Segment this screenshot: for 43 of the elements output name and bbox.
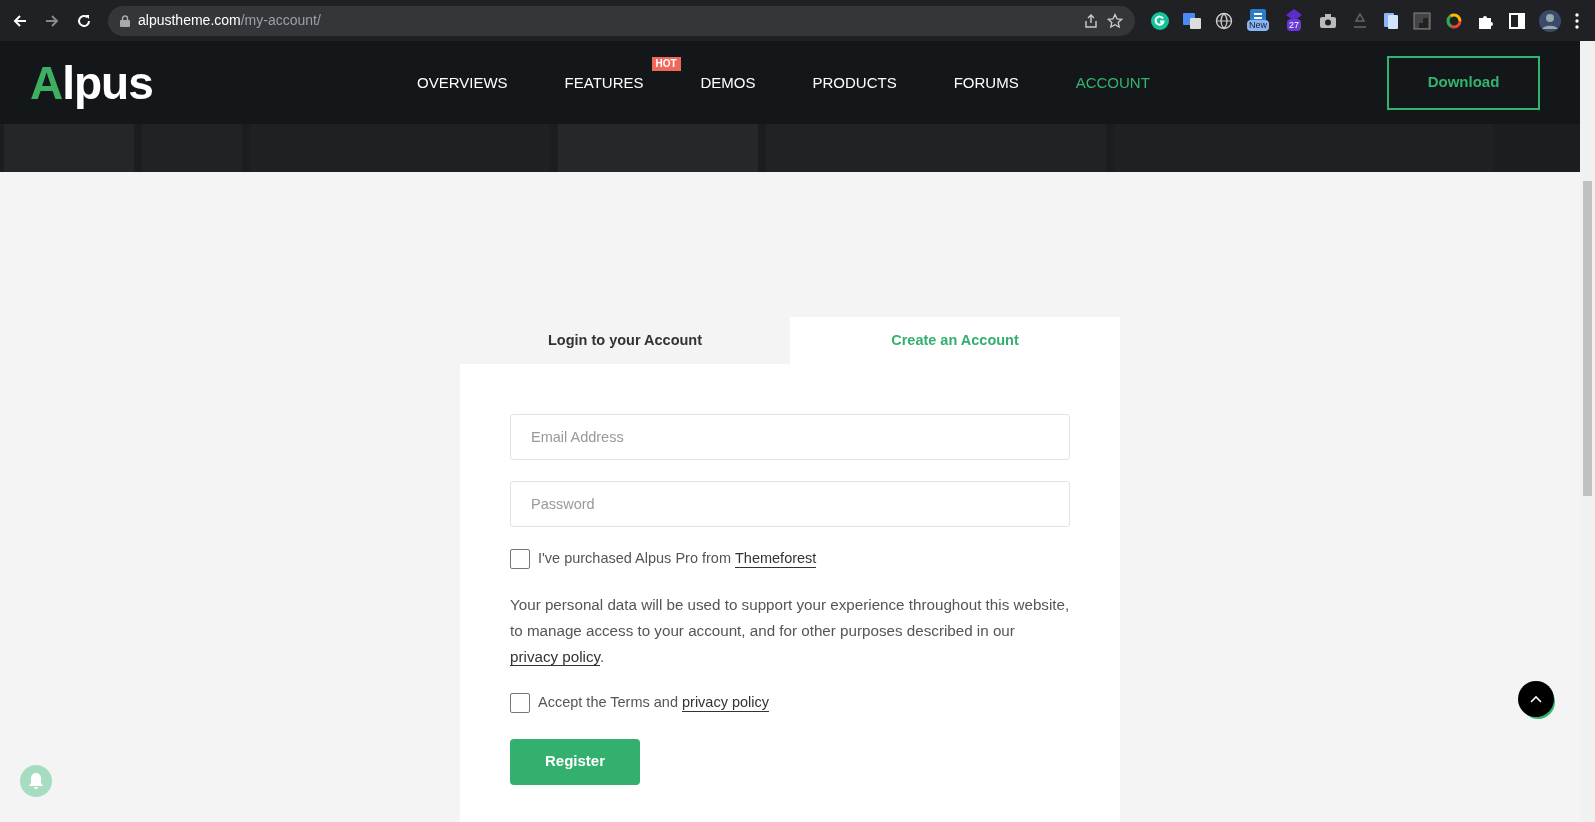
- checkbox-label: Accept the Terms and: [538, 692, 678, 712]
- nav-link[interactable]: PRODUCTS: [812, 73, 897, 91]
- link[interactable]: Themeforest: [735, 549, 817, 569]
- link[interactable]: privacy policy: [682, 693, 769, 713]
- avatar-icon[interactable]: [1539, 9, 1561, 32]
- url-text: alpustheme.com/my-account/: [138, 11, 321, 30]
- chevron-up-icon: [1530, 695, 1542, 703]
- download-button[interactable]: Download: [1387, 55, 1540, 110]
- reload-icon[interactable]: [76, 12, 92, 29]
- camera-icon[interactable]: [1319, 12, 1337, 29]
- menu-icon[interactable]: [1575, 12, 1579, 29]
- lock-icon: [120, 14, 130, 27]
- share-icon[interactable]: [1083, 12, 1099, 29]
- nav-link[interactable]: DEMOS: [700, 73, 756, 91]
- globe-icon[interactable]: [1215, 11, 1233, 30]
- forward-icon[interactable]: [44, 12, 60, 29]
- input-field[interactable]: Password: [510, 481, 1070, 527]
- bookmark-star-icon[interactable]: [1107, 12, 1123, 29]
- square-icon[interactable]: [1413, 11, 1431, 30]
- back-icon[interactable]: [12, 12, 28, 29]
- translate-icon[interactable]: [1183, 11, 1201, 30]
- link[interactable]: privacy policy: [510, 647, 601, 666]
- checkbox-label: I've purchased Alpus Pro from: [538, 549, 731, 568]
- side-panel-icon[interactable]: [1509, 12, 1525, 29]
- nav-link[interactable]: ACCOUNT: [1075, 73, 1150, 91]
- checkbox[interactable]: [510, 548, 530, 569]
- tab[interactable]: Login to your Account: [460, 317, 790, 364]
- privacy-notice: Your personal data will be used to support your experience throughout this website, to manage access to your account, and for other purposes described in our privacy policy.: [510, 594, 1070, 668]
- scroll-to-top-button[interactable]: [1518, 681, 1554, 717]
- document-icon[interactable]: [1383, 11, 1399, 30]
- bell-icon: [28, 772, 44, 790]
- input-field[interactable]: Email Address: [510, 414, 1070, 460]
- new-badge: New: [1247, 19, 1269, 31]
- diamond-icon[interactable]: [1286, 8, 1302, 21]
- address-bar[interactable]: alpustheme.com/my-account/: [108, 5, 1135, 36]
- colorful-ring-icon[interactable]: [1445, 11, 1463, 30]
- checkbox[interactable]: [510, 692, 530, 713]
- nav-link[interactable]: OVERVIEWS: [417, 73, 508, 91]
- nav-link[interactable]: FEATURES: [564, 73, 644, 91]
- count-badge: 27: [1287, 18, 1301, 31]
- hot-badge: HOT: [651, 56, 681, 71]
- g-circle-icon[interactable]: [1151, 11, 1169, 30]
- nav-link[interactable]: FORUMS: [953, 73, 1019, 91]
